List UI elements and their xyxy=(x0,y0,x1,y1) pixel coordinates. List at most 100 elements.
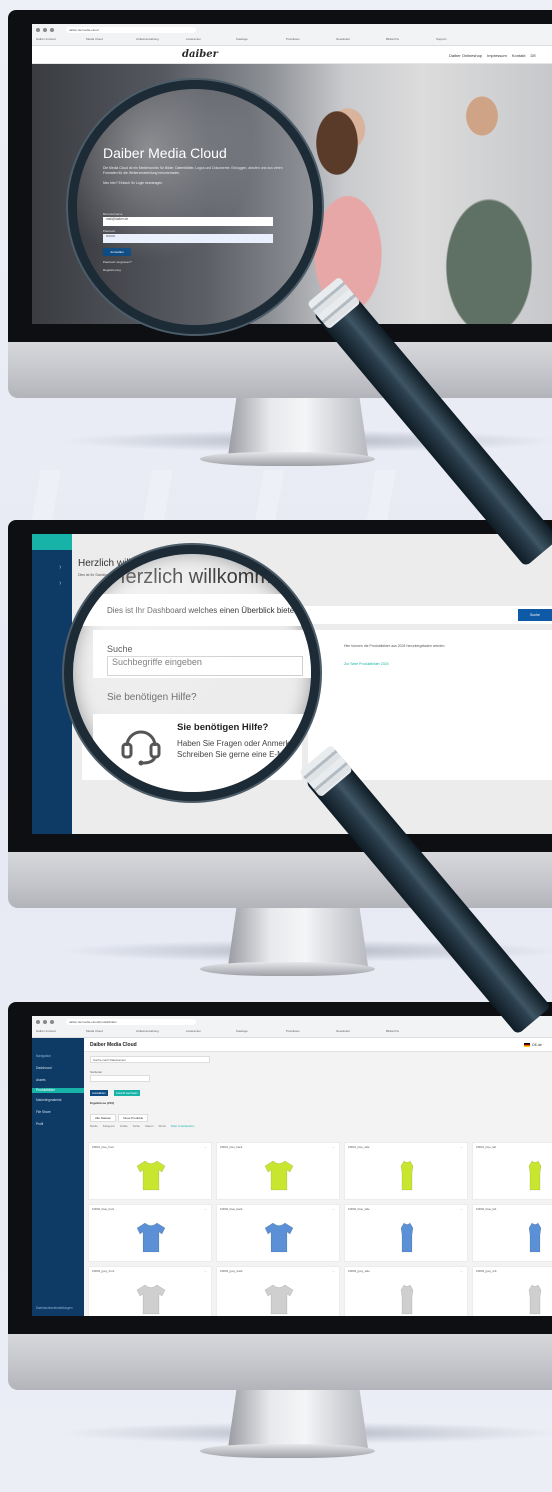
select-button[interactable]: Auswählen xyxy=(90,1090,108,1096)
bookmark-item[interactable]: Support xyxy=(436,37,447,41)
filter-print[interactable]: Druck xyxy=(159,1124,166,1128)
view-toggle-button[interactable]: Ansicht wechseln xyxy=(114,1090,140,1096)
sidebar-item-assets[interactable]: Assets xyxy=(36,1078,46,1082)
bookmark-item[interactable]: Preislisten xyxy=(286,37,300,41)
bookmark-item[interactable]: Lieferanten xyxy=(186,37,201,41)
daiber-logo[interactable]: daiber xyxy=(182,49,218,60)
bookmark-item[interactable]: Bildarchiv xyxy=(386,37,399,41)
bookmark-item[interactable]: Newsletter xyxy=(336,37,350,41)
sidebar-footer-link[interactable]: Datenschutzeinstellungen xyxy=(36,1306,73,1310)
info-card xyxy=(308,630,552,780)
bookmark-item[interactable]: Daiber Intranet xyxy=(36,1029,56,1033)
sort-select[interactable] xyxy=(90,1075,150,1082)
lens-search-input[interactable]: Suchbegriffe eingeben xyxy=(107,656,303,676)
bookmark-item[interactable]: Bildarchiv xyxy=(386,1029,399,1033)
lens-page-title: Herzlich willkommen xyxy=(111,566,294,588)
lens-help-body: Haben Sie Fragen oder Anmerkungen? Schre… xyxy=(177,739,317,759)
product-tile[interactable]: K0003_grey_side ⋯ xyxy=(344,1266,468,1316)
filter-size[interactable]: Größe xyxy=(120,1124,128,1128)
more-options-icon[interactable]: ⋯ xyxy=(460,1269,463,1273)
product-tile[interactable]: K0002_blue_left⋯ xyxy=(472,1204,552,1262)
product-tile-name: K0002_blue_side xyxy=(348,1207,370,1211)
more-options-icon[interactable]: ⋯ xyxy=(204,1269,207,1273)
forward-icon[interactable] xyxy=(43,28,47,32)
headset-icon xyxy=(121,730,161,766)
product-tile[interactable]: K0002_blue_front ⋯ xyxy=(88,1204,212,1262)
results-count: Ergebnisse (210) xyxy=(90,1101,115,1105)
bookmark-item[interactable]: Daiber Intranet xyxy=(36,37,56,41)
bookmark-item[interactable]: Newsletter xyxy=(336,1029,350,1033)
nav-impressum[interactable]: Impressum xyxy=(487,53,507,58)
product-tile-name: K0001_lime_back xyxy=(220,1145,243,1149)
address-bar[interactable]: daiber.de/media-cloud xyxy=(66,27,196,33)
lens-password-field[interactable]: •••••••• xyxy=(103,234,273,243)
more-options-icon[interactable]: ⋯ xyxy=(332,1145,335,1149)
bookmark-item[interactable]: Kataloge xyxy=(236,1029,248,1033)
product-tile-name: K0003_grey_back xyxy=(220,1269,243,1273)
product-tile[interactable]: K0002_blue_back ⋯ xyxy=(216,1204,340,1262)
product-tile-name: K0002_blue_back xyxy=(220,1207,243,1211)
address-bar[interactable]: daiber.de/media-cloud/produktbilder xyxy=(66,1019,196,1025)
sidebar-item-dashboard[interactable]: Dashboard xyxy=(36,1066,52,1070)
app-header: Daiber Media Cloud DE-de xyxy=(84,1038,552,1052)
tab-new-products[interactable]: Neue Produkte xyxy=(118,1114,149,1122)
more-options-icon[interactable]: ⋯ xyxy=(204,1207,207,1211)
reload-icon[interactable] xyxy=(50,1020,54,1024)
filter-color[interactable]: Farbe xyxy=(133,1124,140,1128)
filter-brand[interactable]: Marke xyxy=(90,1124,98,1128)
back-icon[interactable] xyxy=(36,28,40,32)
product-tile[interactable]: K0001_lime_left⋯ xyxy=(472,1142,552,1200)
product-tile[interactable]: K0001_lime_back ⋯ xyxy=(216,1142,340,1200)
bookmark-item[interactable]: Media Cloud xyxy=(86,37,103,41)
sidebar-item-fileshare[interactable]: File Share xyxy=(36,1110,51,1114)
tshirt-front-icon xyxy=(136,1222,166,1253)
sidebar-item-produktbilder[interactable]: Produktbilder xyxy=(32,1088,84,1093)
nav-kontakt[interactable]: Kontakt xyxy=(512,53,526,58)
filter-reset[interactable]: Filter zurücksetzen xyxy=(171,1124,194,1128)
product-tile[interactable]: K0003_grey_left⋯ xyxy=(472,1266,552,1316)
search-button[interactable]: Suche xyxy=(518,609,552,621)
lens-register-link[interactable]: Registrierung xyxy=(103,268,293,272)
product-tile[interactable]: K0002_blue_side ⋯ xyxy=(344,1204,468,1262)
product-tile[interactable]: K0001_lime_side ⋯ xyxy=(344,1142,468,1200)
bookmark-item[interactable]: Artikelverwaltung xyxy=(136,37,159,41)
more-options-icon[interactable]: ⋯ xyxy=(332,1269,335,1273)
bookmark-item[interactable]: Media Cloud xyxy=(86,1029,103,1033)
forward-icon[interactable] xyxy=(43,1020,47,1024)
product-tile[interactable]: K0001_lime_front ⋯ xyxy=(88,1142,212,1200)
lens-email-field[interactable]: mail@daiber.de xyxy=(103,217,273,226)
chevron-right-icon[interactable]: › xyxy=(59,564,61,571)
reload-icon[interactable] xyxy=(50,28,54,32)
more-options-icon[interactable]: ⋯ xyxy=(460,1145,463,1149)
back-icon[interactable] xyxy=(36,1020,40,1024)
search-input[interactable]: Suche nach Dateinamen xyxy=(90,1056,210,1063)
info-link[interactable]: Zur Seite Produktbilder 2024 xyxy=(344,662,389,666)
sidebar-section-label: Navigation xyxy=(36,1054,52,1058)
tabs: Alle Dateien Neue Produkte xyxy=(90,1114,149,1122)
monitor-stand xyxy=(228,398,368,456)
bookmark-item[interactable]: Artikelverwaltung xyxy=(136,1029,159,1033)
chevron-right-icon[interactable]: › xyxy=(59,580,61,587)
more-options-icon[interactable]: ⋯ xyxy=(460,1207,463,1211)
tshirt-side-icon xyxy=(400,1160,414,1191)
sidebar-item-profil[interactable]: Profil xyxy=(36,1122,43,1126)
sidebar-item-marketing[interactable]: Marketingmaterial xyxy=(36,1098,61,1102)
product-tile-name: K0001_lime_side xyxy=(348,1145,370,1149)
bookmark-item[interactable]: Preislisten xyxy=(286,1029,300,1033)
nav-onlineshop[interactable]: Daiber Onlineshop xyxy=(449,53,482,58)
product-grid: K0001_lime_front ⋯ K0001_lime_back ⋯ K0001_l… xyxy=(88,1142,552,1316)
more-options-icon[interactable]: ⋯ xyxy=(332,1207,335,1211)
filter-category[interactable]: Kategorie xyxy=(103,1124,115,1128)
product-tile[interactable]: K0003_grey_back ⋯ xyxy=(216,1266,340,1316)
lens-login-button[interactable]: Anmelden xyxy=(103,248,131,256)
nav-language[interactable]: DE xyxy=(530,53,536,58)
filter-season[interactable]: Saison xyxy=(145,1124,154,1128)
lens-page-subtitle: Dies ist Ihr Dashboard welches einen Übe… xyxy=(107,606,297,615)
lens-forgot-password-link[interactable]: Passwort vergessen? xyxy=(103,260,293,264)
language-switch[interactable]: DE-de xyxy=(524,1043,542,1048)
bookmark-item[interactable]: Kataloge xyxy=(236,37,248,41)
product-tile[interactable]: K0003_grey_front ⋯ xyxy=(88,1266,212,1316)
bookmark-item[interactable]: Lieferanten xyxy=(186,1029,201,1033)
more-options-icon[interactable]: ⋯ xyxy=(204,1145,207,1149)
tab-all-files[interactable]: Alle Dateien xyxy=(90,1114,117,1122)
